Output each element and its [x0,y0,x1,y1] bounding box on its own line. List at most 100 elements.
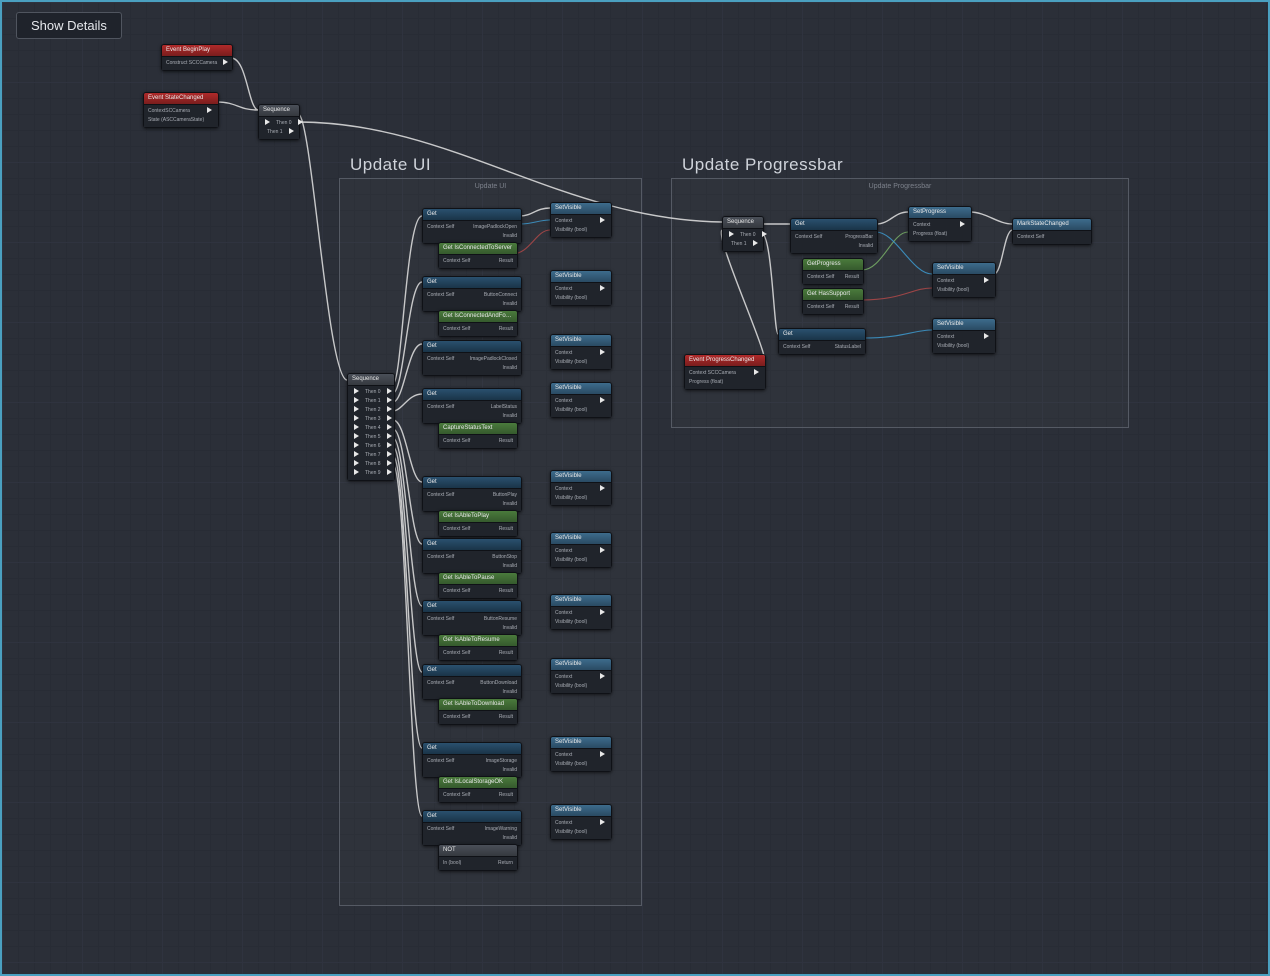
node-pin-label: Visibility (bool) [555,294,587,303]
node-fn6[interactable]: Get IsAbleToPause Context SelfResult [438,572,518,599]
node-get6[interactable]: Get Context SelfButtonStop Invalid [422,538,522,574]
node-title: Get IsAbleToPlay [439,511,517,523]
node-title: Get IsAbleToPause [439,573,517,585]
node-pin-label: ImageWarning [485,825,517,834]
node-pin-label: Context Self [783,343,810,352]
node-pin-label: Invalid [503,834,517,843]
node-get9[interactable]: Get Context SelfImageStorage Invalid [422,742,522,778]
node-pin-label: Visibility (bool) [555,828,587,837]
node-pb-sequence[interactable]: Sequence Then 0 Then 1 [722,216,764,252]
node-pin-label: Context Self [443,791,470,800]
node-fn8[interactable]: Get IsAbleToDownload Context SelfResult [438,698,518,725]
node-fn5[interactable]: Get IsAbleToPlay Context SelfResult [438,510,518,537]
node-pin-label: Context [555,609,572,618]
node-sequence-top[interactable]: Sequence Then 0 Then 1 [258,104,300,140]
node-fn9[interactable]: Get IsLocalStorageOK Context SelfResult [438,776,518,803]
node-pin-label: Context [555,819,572,828]
node-event-beginplay[interactable]: Event BeginPlay Construct SCCCamera [161,44,233,71]
node-pb-setvisible2[interactable]: SetVisible ContextVisibility (bool) [932,318,996,354]
node-title: NOT [439,845,517,857]
node-pin-label: Then 1 [731,240,747,249]
node-pin-label: Context [555,349,572,358]
node-fn2[interactable]: Get IsConnectedAndFound Context SelfResu… [438,310,518,337]
node-pin-label: Result [499,587,513,596]
show-details-button[interactable]: Show Details [16,12,122,39]
node-pin-label: Visibility (bool) [555,556,587,565]
node-pin-label: Result [499,713,513,722]
node-sv9[interactable]: SetVisible Context Visibility (bool) [550,736,612,772]
node-pin-label: Context Self [427,553,454,562]
node-pin-label: Context Self [443,649,470,658]
node-pin-label: Context SCCCamera [689,369,736,378]
blueprint-viewport[interactable]: Show Details Update UI Update UI Update … [0,0,1270,976]
node-event-statechanged[interactable]: Event StateChanged ContextSCCamera State… [143,92,219,128]
node-pin-label: Context Self [427,615,454,624]
node-get8[interactable]: Get Context SelfButtonDownload Invalid [422,664,522,700]
node-pin-label: Result [499,325,513,334]
node-pin-label: Invalid [859,242,873,251]
node-sv4[interactable]: SetVisible Context Visibility (bool) [550,382,612,418]
node-pin-label: Context Self [427,757,454,766]
node-title: Get [423,477,521,489]
node-pin-label: Context Self [427,491,454,500]
node-fn1[interactable]: Get IsConnectedToServer Context SelfResu… [438,242,518,269]
node-title: Get IsAbleToDownload [439,699,517,711]
node-sv6[interactable]: SetVisible Context Visibility (bool) [550,532,612,568]
node-pin-label: Visibility (bool) [555,760,587,769]
node-pin-label: Context Self [427,223,454,232]
node-fn4[interactable]: CaptureStatusText Context SelfResult [438,422,518,449]
node-get10[interactable]: Get Context SelfImageWarning Invalid [422,810,522,846]
node-sequence-main[interactable]: Sequence Then 0Then 1Then 2Then 3Then 4T… [347,373,395,481]
node-title: Get [423,743,521,755]
node-pin-label: Context [555,673,572,682]
node-not[interactable]: NOT In (bool)Return [438,844,518,871]
node-pin-label: Context Self [807,303,834,312]
node-fn7[interactable]: Get IsAbleToResume Context SelfResult [438,634,518,661]
node-pb-hassupport[interactable]: Get HasSupport Context SelfResult [802,288,864,315]
node-get4[interactable]: Get Context SelfLabelStatus Invalid [422,388,522,424]
node-sv2[interactable]: SetVisible Context Visibility (bool) [550,270,612,306]
node-pin-label: Visibility (bool) [937,286,969,295]
node-pin-label: ButtonDownload [480,679,517,688]
node-pin-label: Visibility (bool) [555,358,587,367]
node-pin-label: ButtonPlay [493,491,517,500]
node-title: SetVisible [933,263,995,275]
node-pb-event[interactable]: Event ProgressChanged Context SCCCamera … [684,354,766,390]
node-get7[interactable]: Get Context SelfButtonResume Invalid [422,600,522,636]
node-get5[interactable]: Get Context Self ButtonPlay Invalid [422,476,522,512]
node-sv8[interactable]: SetVisible Context Visibility (bool) [550,658,612,694]
node-title: Get [423,601,521,613]
node-title: SetVisible [551,335,611,347]
node-pin-label: Context Self [427,291,454,300]
node-pb-get2[interactable]: Get Context SelfStatusLabel [778,328,866,355]
node-pin-label: Invalid [503,562,517,571]
node-get1[interactable]: Get Context SelfImagePadlockOpen Invalid [422,208,522,244]
node-pin-label: Result [845,273,859,282]
node-pb-get[interactable]: Get Context SelfProgressBar Invalid [790,218,878,254]
node-sv7[interactable]: SetVisible Context Visibility (bool) [550,594,612,630]
node-get3[interactable]: Get Context SelfImagePadlockClosed Inval… [422,340,522,376]
node-pb-setprogress[interactable]: SetProgress ContextProgress (float) [908,206,972,242]
node-title: SetVisible [551,595,611,607]
node-sv1[interactable]: SetVisible Context Visibility (bool) [550,202,612,238]
group-subtitle: Update UI [340,183,641,190]
node-pin-label: Result [499,525,513,534]
node-sv5[interactable]: SetVisible Context Visibility (bool) [550,470,612,506]
node-pin-label: Then 0 [740,231,756,240]
node-pin-label: Return [498,859,513,868]
node-pin-label: Context Self [427,825,454,834]
node-pin-label: State (ASCCameraState) [148,116,204,125]
node-pin-label: ImagePadlockOpen [473,223,517,232]
node-sv10[interactable]: SetVisible Context Visibility (bool) [550,804,612,840]
node-sv3[interactable]: SetVisible Context Visibility (bool) [550,334,612,370]
node-pin-label: Invalid [503,500,517,509]
node-title: Event ProgressChanged [685,355,765,367]
node-get2[interactable]: Get Context SelfButtonConnect Invalid [422,276,522,312]
node-title: SetVisible [551,383,611,395]
node-pin-label: Then 7 [365,451,381,460]
node-pb-getprogress[interactable]: GetProgress Context SelfResult [802,258,864,285]
node-pb-setvisible[interactable]: SetVisible ContextVisibility (bool) [932,262,996,298]
node-pin-label: Result [499,649,513,658]
node-pb-markstate[interactable]: MarkStateChanged Context Self [1012,218,1092,245]
node-pin-label: Context Self [443,437,470,446]
